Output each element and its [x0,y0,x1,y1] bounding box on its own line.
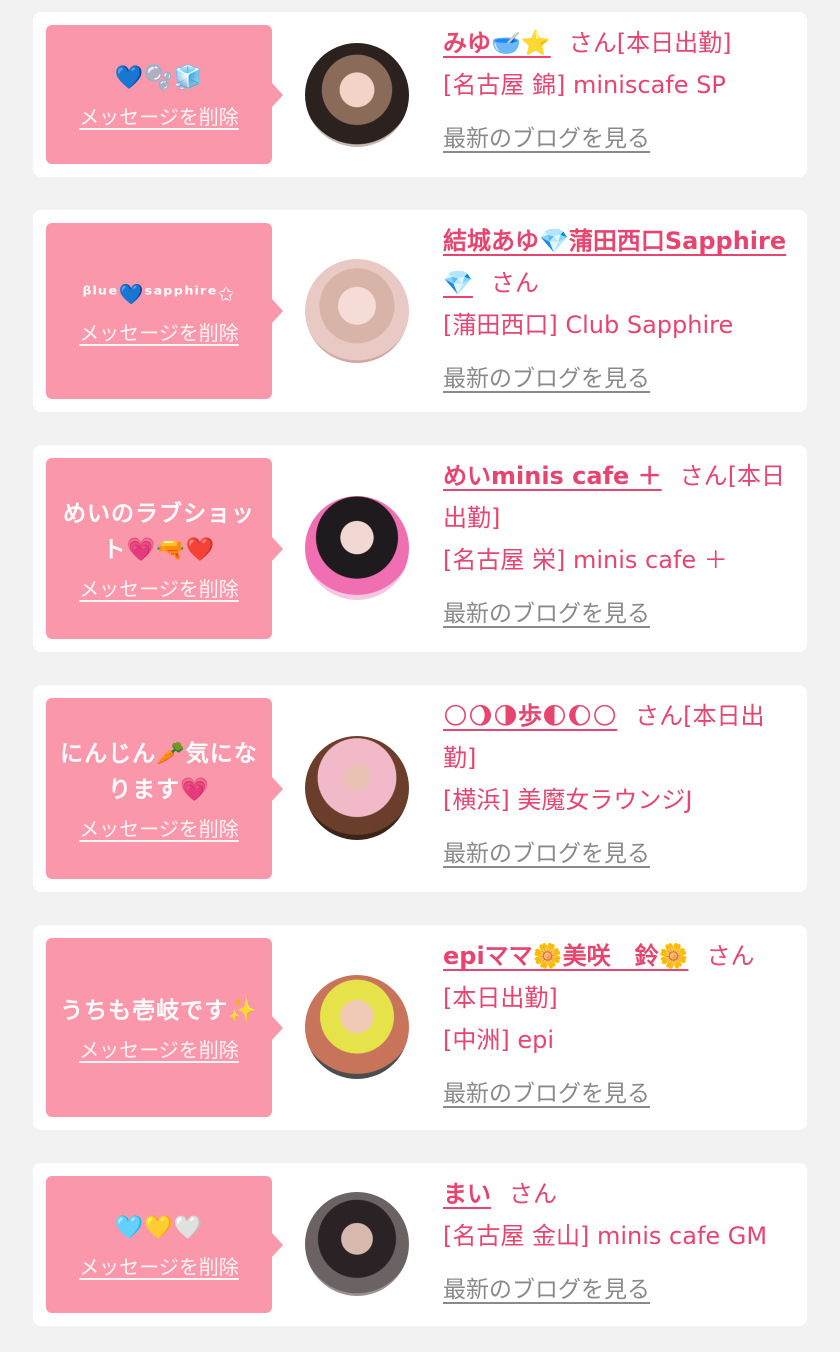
delete-message-link[interactable]: メッセージを削除 [79,576,239,602]
message-text: めいのラブショット💗🔫❤️ [63,500,255,563]
message-list: 💙🫧🧊 メッセージを削除 みゆ🥣⭐️ さん[本日出勤] [名古屋 錦] minis… [0,0,840,1326]
message-card: 🩵💛🤍 メッセージを削除 まい さん [名古屋 金山] minis cafe GM… [33,1163,807,1326]
shop-name: [中洲] epi [443,1026,555,1054]
avatar[interactable] [305,736,409,840]
honorific: さん [706,942,755,970]
delete-message-link[interactable]: メッセージを削除 [79,1037,239,1063]
latest-blog-link[interactable]: 最新のブログを見る [443,1073,650,1115]
honorific: さん [679,462,728,490]
work-status: [本日出勤] [443,984,558,1012]
latest-blog-link[interactable]: 最新のブログを見る [443,118,650,160]
message-bubble: 🩵💛🤍 メッセージを削除 [46,1176,283,1313]
avatar[interactable] [305,1192,409,1296]
profile-name-link[interactable]: まい [443,1180,491,1208]
profile-info: 結城あゆ💎蒲田西口Sapphire💎 さん [蒲田西口] Club Sapphir… [443,220,797,400]
latest-blog-link[interactable]: 最新のブログを見る [443,358,650,400]
message-text: にんじん🥕気になります💗 [60,740,258,803]
profile-info: みゆ🥣⭐️ さん[本日出勤] [名古屋 錦] miniscafe SP 最新のブロ… [443,22,797,160]
delete-message-link[interactable]: メッセージを削除 [79,1254,239,1280]
message-text: 💙🫧🧊 [114,64,204,91]
message-bubble: ᵝˡᵘᵉ💙ˢᵃᵖᵖʰⁱʳᵉ✩ メッセージを削除 [46,223,283,399]
profile-name-link[interactable]: みゆ🥣⭐️ [443,29,551,57]
message-bubble: めいのラブショット💗🔫❤️ メッセージを削除 [46,458,283,639]
profile-info: 🌕🌖🌗歩🌓🌔🌕 さん[本日出勤] [横浜] 美魔女ラウンジJ 最新のブログを見る [443,695,797,875]
message-text: うちも壱岐です✨ [60,997,258,1024]
work-status: [本日出勤] [616,29,732,57]
latest-blog-link[interactable]: 最新のブログを見る [443,593,650,635]
shop-name: [名古屋 錦] miniscafe SP [443,71,726,99]
honorific: さん [568,29,617,57]
profile-info: まい さん [名古屋 金山] minis cafe GM 最新のブログを見る [443,1173,797,1311]
avatar[interactable] [305,975,409,1079]
honorific: さん [635,702,684,730]
shop-name: [名古屋 金山] minis cafe GM [443,1222,768,1250]
avatar[interactable] [305,496,409,600]
avatar[interactable] [305,43,409,147]
profile-name-link[interactable]: epiママ🌼美咲 鈴🌼 [443,942,688,970]
delete-message-link[interactable]: メッセージを削除 [79,816,239,842]
profile-name-link[interactable]: めいminis cafe ＋ [443,462,662,490]
message-card: うちも壱岐です✨ メッセージを削除 epiママ🌼美咲 鈴🌼 さん [本日出勤] [… [33,925,807,1130]
profile-name-link[interactable]: 🌕🌖🌗歩🌓🌔🌕 [443,702,617,730]
message-text: ᵝˡᵘᵉ💙ˢᵃᵖᵖʰⁱʳᵉ✩ [82,282,236,306]
avatar[interactable] [305,259,409,363]
latest-blog-link[interactable]: 最新のブログを見る [443,1269,650,1311]
profile-info: めいminis cafe ＋さん[本日出勤] [名古屋 栄] minis caf… [443,455,797,635]
message-card: 💙🫧🧊 メッセージを削除 みゆ🥣⭐️ さん[本日出勤] [名古屋 錦] minis… [33,12,807,177]
shop-name: [横浜] 美魔女ラウンジJ [443,786,693,814]
message-card: めいのラブショット💗🔫❤️ メッセージを削除 めいminis cafe ＋ さん [… [33,445,807,652]
honorific: さん [490,269,539,297]
shop-name: [名古屋 栄] minis cafe ＋ [443,546,728,574]
message-card: ᵝˡᵘᵉ💙ˢᵃᵖᵖʰⁱʳᵉ✩ メッセージを削除 結城あゆ💎蒲田西口Sapphir… [33,210,807,412]
message-bubble: 💙🫧🧊 メッセージを削除 [46,25,283,164]
message-bubble: うちも壱岐です✨ メッセージを削除 [46,938,283,1117]
latest-blog-link[interactable]: 最新のブログを見る [443,833,650,875]
message-text: 🩵💛🤍 [114,1214,204,1241]
message-bubble: にんじん🥕気になります💗 メッセージを削除 [46,698,283,879]
profile-info: epiママ🌼美咲 鈴🌼 さん [本日出勤] [中洲] epi 最新のブログを見る [443,935,797,1115]
honorific: さん [509,1180,557,1208]
delete-message-link[interactable]: メッセージを削除 [79,320,239,346]
message-card: にんじん🥕気になります💗 メッセージを削除 🌕🌖🌗歩🌓🌔🌕 さん[本日出勤] [横… [33,685,807,892]
delete-message-link[interactable]: メッセージを削除 [79,104,239,130]
shop-name: [蒲田西口] Club Sapphire [443,311,734,339]
